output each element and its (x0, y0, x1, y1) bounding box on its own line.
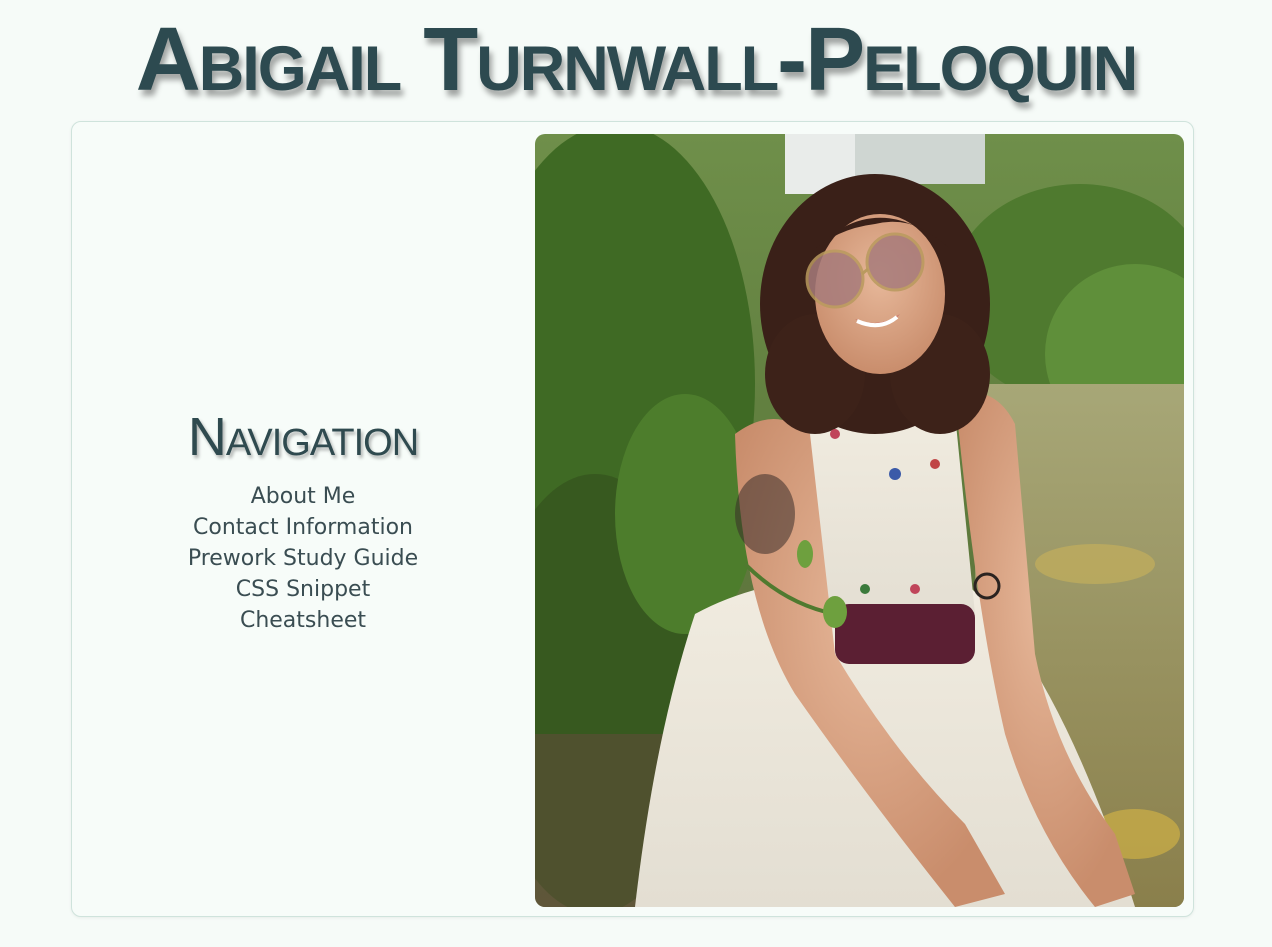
nav-item-css-snippet: CSS Snippet (72, 574, 534, 605)
page-title: Abigail Turnwall-Peloquin (135, 10, 1138, 110)
nav-link-css-snippet[interactable]: CSS Snippet (236, 574, 370, 605)
nav-item-about-me: About Me (72, 481, 534, 512)
nav-link-cheatsheet[interactable]: Cheatsheet (240, 605, 366, 636)
nav-list: About Me Contact Information Prework Stu… (72, 481, 534, 636)
nav-link-about-me[interactable]: About Me (251, 481, 356, 512)
nav-link-contact-information[interactable]: Contact Information (193, 512, 413, 543)
portrait-photo (535, 134, 1184, 907)
content-card: Navigation About Me Contact Information … (71, 121, 1194, 917)
navigation-panel: Navigation About Me Contact Information … (72, 407, 534, 636)
navigation-heading: Navigation (187, 407, 419, 467)
nav-item-cheatsheet: Cheatsheet (72, 605, 534, 636)
nav-item-contact-information: Contact Information (72, 512, 534, 543)
nav-item-prework-study-guide: Prework Study Guide (72, 543, 534, 574)
nav-link-prework-study-guide[interactable]: Prework Study Guide (188, 543, 418, 574)
